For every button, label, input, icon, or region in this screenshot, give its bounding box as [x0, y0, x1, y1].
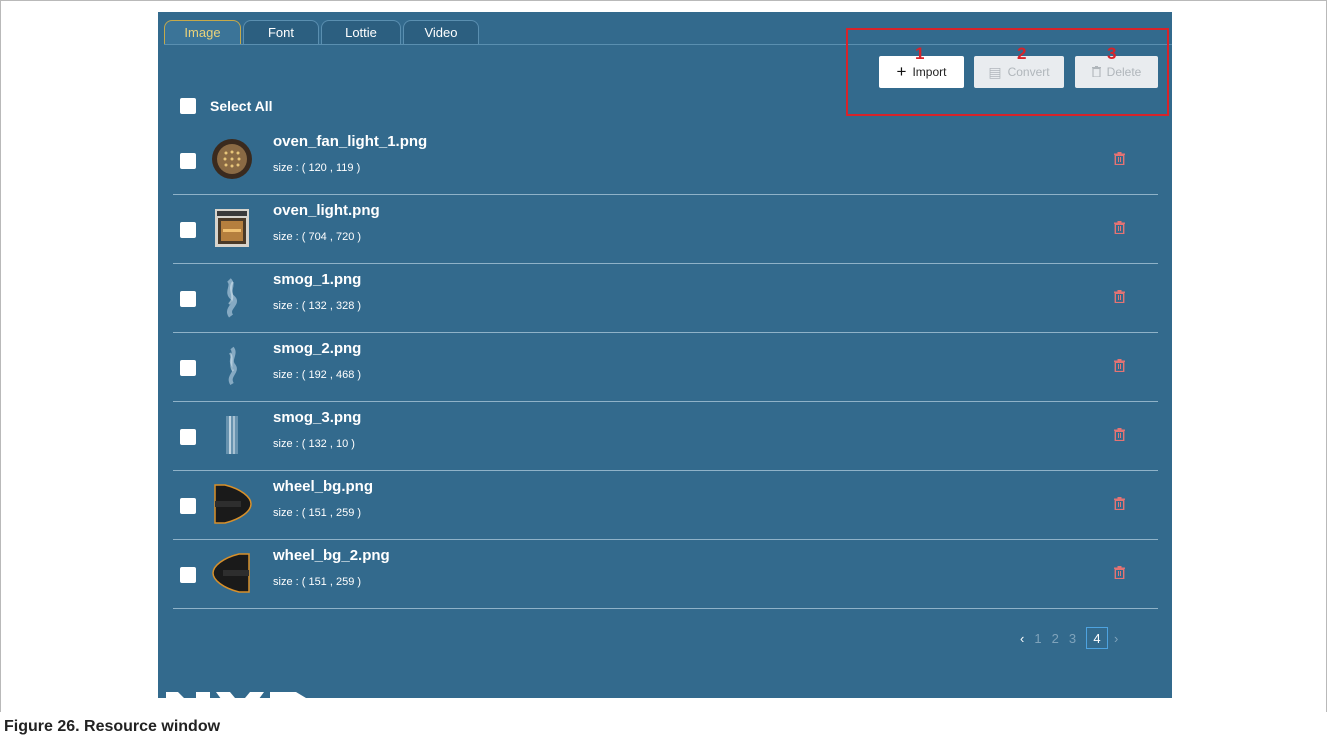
figure-caption: Figure 26. Resource window [4, 718, 221, 735]
file-name: smog_2.png [273, 340, 362, 357]
page-1[interactable]: 1 [1034, 631, 1041, 646]
thumbnail-wheel-bg [214, 484, 252, 524]
select-all[interactable]: Select All [180, 98, 273, 114]
file-name: smog_1.png [273, 271, 362, 288]
callout-box [846, 28, 1169, 116]
row-delete-icon[interactable] [1112, 563, 1126, 581]
row-delete-icon[interactable] [1112, 425, 1126, 443]
resource-tabs: Image Font Lottie Video [164, 20, 481, 46]
file-size: size : ( 151 , 259 ) [273, 576, 362, 588]
row-delete-icon[interactable] [1112, 218, 1126, 236]
pagination: ‹ 1 2 3 4 › [1020, 626, 1128, 650]
row-delete-icon[interactable] [1112, 149, 1126, 167]
page-3[interactable]: 3 [1069, 631, 1076, 646]
list-item: wheel_bg.png size : ( 151 , 259 ) [173, 471, 1158, 540]
file-name: oven_light.png [273, 202, 380, 219]
callout-2: 2 [1017, 44, 1027, 63]
list-item: smog_3.png size : ( 132 , 10 ) [173, 402, 1158, 471]
file-size: size : ( 192 , 468 ) [273, 369, 362, 381]
file-name: smog_3.png [273, 409, 362, 426]
list-item: smog_2.png size : ( 192 , 468 ) [173, 333, 1158, 402]
tab-video[interactable]: Video [403, 20, 479, 44]
row-checkbox[interactable] [180, 429, 196, 445]
tab-font[interactable]: Font [243, 20, 319, 44]
list-item: wheel_bg_2.png size : ( 151 , 259 ) [173, 540, 1158, 609]
file-size: size : ( 120 , 119 ) [273, 162, 361, 174]
list-item: oven_fan_light_1.png size : ( 120 , 119 … [173, 126, 1158, 195]
tab-lottie[interactable]: Lottie [321, 20, 401, 44]
file-size: size : ( 704 , 720 ) [273, 231, 362, 243]
page-4-current[interactable]: 4 [1086, 627, 1109, 649]
page-2[interactable]: 2 [1052, 631, 1059, 646]
callout-3: 3 [1107, 44, 1117, 63]
file-size: size : ( 151 , 259 ) [273, 507, 362, 519]
tab-image[interactable]: Image [164, 20, 241, 44]
file-size: size : ( 132 , 328 ) [273, 300, 362, 312]
next-page-icon[interactable]: › [1114, 631, 1118, 646]
file-name: wheel_bg.png [273, 478, 374, 495]
thumbnail-oven [215, 209, 249, 247]
row-checkbox[interactable] [180, 222, 196, 238]
row-delete-icon[interactable] [1112, 287, 1126, 305]
row-checkbox[interactable] [180, 567, 196, 583]
select-all-label: Select All [210, 98, 273, 114]
list-item: smog_1.png size : ( 132 , 328 ) [173, 264, 1158, 333]
thumbnail-smog [228, 346, 237, 386]
row-delete-icon[interactable] [1112, 494, 1126, 512]
file-size: size : ( 132 , 10 ) [273, 438, 355, 450]
file-name: wheel_bg_2.png [273, 547, 390, 564]
thumbnail-oven-fan [212, 139, 252, 179]
thumbnail-smog [226, 278, 237, 318]
row-checkbox[interactable] [180, 498, 196, 514]
row-checkbox[interactable] [180, 291, 196, 307]
row-checkbox[interactable] [180, 360, 196, 376]
prev-page-icon[interactable]: ‹ [1020, 631, 1024, 646]
list-item: oven_light.png size : ( 704 , 720 ) [173, 195, 1158, 264]
select-all-checkbox[interactable] [180, 98, 196, 114]
file-name: oven_fan_light_1.png [273, 133, 428, 150]
nxp-logo [166, 676, 316, 698]
thumbnail-smog [226, 416, 238, 454]
row-delete-icon[interactable] [1112, 356, 1126, 374]
callout-1: 1 [915, 44, 925, 63]
thumbnail-wheel-bg-2 [212, 553, 250, 593]
row-checkbox[interactable] [180, 153, 196, 169]
